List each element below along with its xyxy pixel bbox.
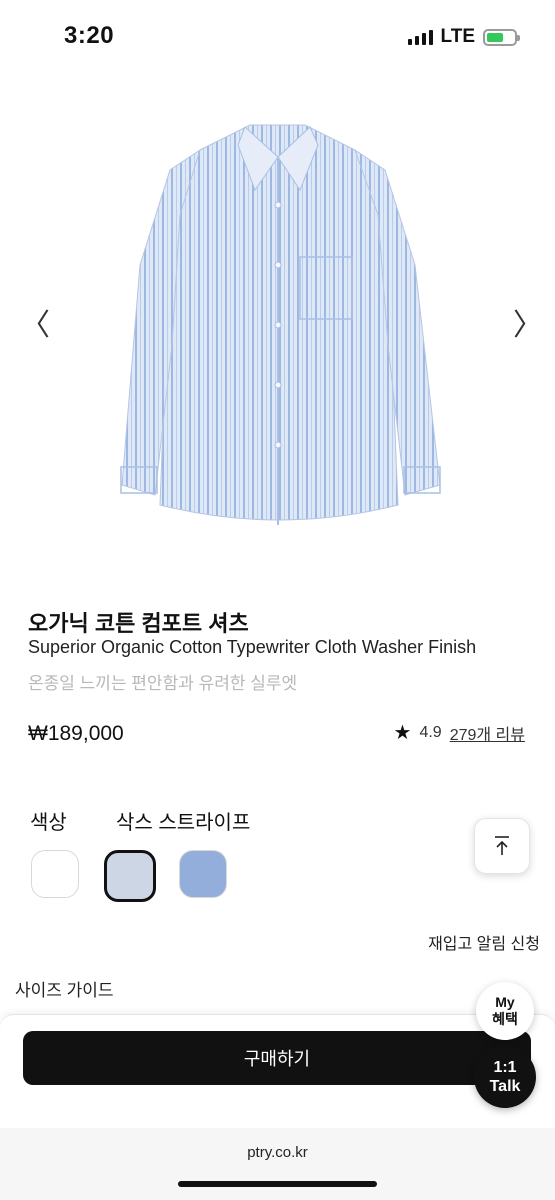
rating-summary: ★ 4.9 279개 리뷰	[394, 720, 526, 745]
reviews-link[interactable]: 279개 리뷰	[450, 721, 525, 745]
status-indicators: LTE	[407, 26, 520, 48]
restock-alert-link[interactable]: 재입고 알림 신청	[428, 930, 540, 954]
my-benefits-line1: My	[495, 994, 515, 1010]
product-tagline: 온종일 느끼는 편안함과 유려한 실루엣	[28, 674, 298, 693]
home-indicator[interactable]	[178, 1181, 377, 1187]
signal-icon	[407, 29, 433, 45]
product-name-ko: 오가닉 코튼 컴포트 셔츠	[28, 611, 249, 636]
talk-button[interactable]: 1:1 Talk	[474, 1046, 536, 1108]
selected-color-name: 삭스 스트라이프	[116, 812, 251, 834]
talk-line2: Talk	[489, 1078, 521, 1095]
star-icon: ★	[393, 722, 412, 744]
next-image-icon[interactable]: 〉	[513, 300, 543, 344]
scroll-top-button[interactable]	[474, 818, 530, 874]
shirt-illustration	[120, 124, 441, 525]
color-swatch-sax-stripe[interactable]	[104, 850, 156, 902]
product-price: ₩189,000	[28, 722, 124, 745]
my-benefits-button[interactable]: My 혜택	[476, 982, 534, 1040]
size-guide-link[interactable]: 사이즈 가이드	[15, 976, 114, 1001]
color-label: 색상	[30, 812, 67, 834]
url-bar[interactable]: ptry.co.kr	[0, 1144, 555, 1161]
color-swatch-white[interactable]	[31, 850, 79, 898]
arrow-up-icon	[495, 836, 509, 855]
status-time: 3:20	[64, 22, 115, 49]
browser-footer	[0, 1128, 555, 1200]
color-swatch-blue[interactable]	[179, 850, 227, 898]
network-label: LTE	[440, 26, 475, 47]
buy-button[interactable]: 구매하기	[23, 1031, 531, 1085]
battery-icon	[483, 28, 520, 46]
rating-value: 4.9	[419, 723, 442, 741]
product-name-en: Superior Organic Cotton Typewriter Cloth…	[28, 637, 477, 657]
my-benefits-line2: 혜택	[492, 1011, 518, 1027]
talk-line1: 1:1	[493, 1059, 517, 1076]
product-image[interactable]	[0, 95, 555, 555]
prev-image-icon[interactable]: 〈	[20, 300, 50, 344]
